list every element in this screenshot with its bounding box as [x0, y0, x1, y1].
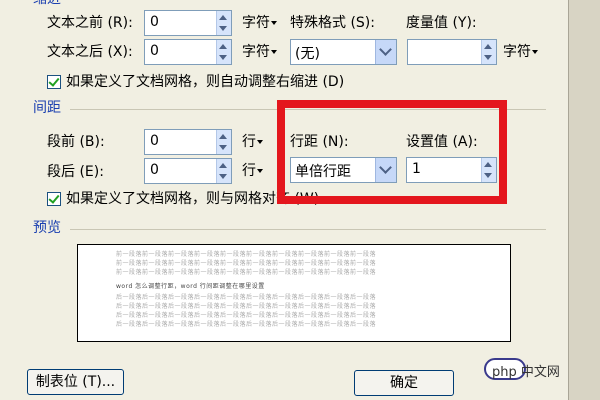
- spacing-after-label: 段后 (E):: [47, 164, 104, 180]
- preview-line: 后一段落后一段落后一段落后一段落后一段落后一段落后一段落后一段落后一段落后一段落: [116, 294, 377, 301]
- unit-dropdown-icon[interactable]: [271, 50, 277, 54]
- preview-line: 前一段落前一段落前一段落前一段落前一段落前一段落前一段落前一段落前一段落前一段落: [116, 269, 377, 276]
- checkmark-icon: [48, 192, 60, 204]
- unit-dropdown-icon[interactable]: [257, 140, 263, 144]
- preview-line: 后一段落后一段落后一段落后一段落后一段落后一段落后一段落后一段落后一段落后一段落: [116, 321, 377, 328]
- preview-line: 后一段落后一段落后一段落后一段落后一段落后一段落后一段落后一段落后一段落后一段落: [116, 303, 377, 310]
- spacing-before-label: 段前 (B):: [47, 134, 105, 150]
- after-text-value: 0: [150, 43, 159, 59]
- special-format-value: (无): [295, 46, 320, 62]
- window-edge: [568, 0, 600, 400]
- preview-current-line: word 怎么调整行距，word 行间距调整在哪里设置: [116, 283, 265, 290]
- after-text-label: 文本之后 (X):: [47, 44, 133, 60]
- ok-button[interactable]: 确定: [354, 370, 454, 396]
- spacing-after-value: 0: [150, 162, 159, 178]
- unit-dropdown-icon[interactable]: [532, 50, 538, 54]
- spinner-arrows-icon[interactable]: [216, 11, 231, 35]
- measure-label: 度量值 (Y):: [406, 15, 477, 31]
- preview-line: 前一段落前一段落前一段落前一段落前一段落前一段落前一段落前一段落前一段落前一段落: [116, 251, 377, 258]
- preview-box: 前一段落前一段落前一段落前一段落前一段落前一段落前一段落前一段落前一段落前一段落…: [77, 244, 511, 342]
- after-text-unit[interactable]: 字符: [242, 43, 277, 61]
- watermark-badge: php 中文网: [484, 356, 588, 384]
- auto-adjust-checkbox[interactable]: [47, 75, 61, 89]
- preview-line: 前一段落前一段落前一段落前一段落前一段落前一段落前一段落前一段落前一段落前一段落: [116, 260, 377, 267]
- special-format-select[interactable]: (无): [290, 39, 397, 65]
- spacing-section-title: 间距: [33, 100, 61, 116]
- spacing-before-unit[interactable]: 行: [242, 133, 263, 151]
- auto-adjust-label[interactable]: 如果定义了文档网格，则自动调整右缩进 (D): [66, 73, 344, 91]
- grid-align-checkbox[interactable]: [47, 192, 61, 206]
- special-format-label: 特殊格式 (S):: [290, 15, 375, 31]
- highlight-box: [277, 100, 507, 204]
- spacing-after-unit[interactable]: 行: [242, 162, 263, 180]
- chevron-down-icon[interactable]: [375, 40, 396, 64]
- after-text-spinner[interactable]: 0: [144, 39, 232, 65]
- checkmark-icon: [48, 75, 60, 87]
- unit-dropdown-icon[interactable]: [271, 21, 277, 25]
- preview-section-title: 预览: [33, 220, 61, 236]
- before-text-spinner[interactable]: 0: [144, 10, 232, 36]
- preview-divider: [70, 229, 546, 230]
- spinner-arrows-icon[interactable]: [216, 40, 231, 64]
- spacing-before-spinner[interactable]: 0: [144, 129, 232, 155]
- preview-line: 后一段落后一段落后一段落后一段落后一段落后一段落后一段落后一段落后一段落后一段落: [116, 312, 377, 319]
- paragraph-dialog: 缩进 文本之前 (R): 0 字符 特殊格式 (S): 度量值 (Y): 文本之…: [0, 0, 600, 400]
- before-text-value: 0: [150, 14, 159, 30]
- indent-section-title: 缩进: [33, 0, 61, 8]
- tabs-button[interactable]: 制表位 (T)...: [27, 369, 124, 395]
- before-text-label: 文本之前 (R):: [47, 15, 133, 31]
- measure-unit[interactable]: 字符: [503, 43, 538, 61]
- unit-dropdown-icon[interactable]: [257, 169, 263, 173]
- spinner-arrows-icon[interactable]: [216, 130, 231, 154]
- spinner-arrows-icon[interactable]: [216, 159, 231, 183]
- measure-spinner[interactable]: [407, 39, 497, 65]
- spinner-arrows-icon[interactable]: [481, 40, 496, 64]
- spacing-before-value: 0: [150, 133, 159, 149]
- before-text-unit[interactable]: 字符: [242, 14, 277, 32]
- spacing-after-spinner[interactable]: 0: [144, 158, 232, 184]
- watermark-text: php 中文网: [492, 365, 560, 380]
